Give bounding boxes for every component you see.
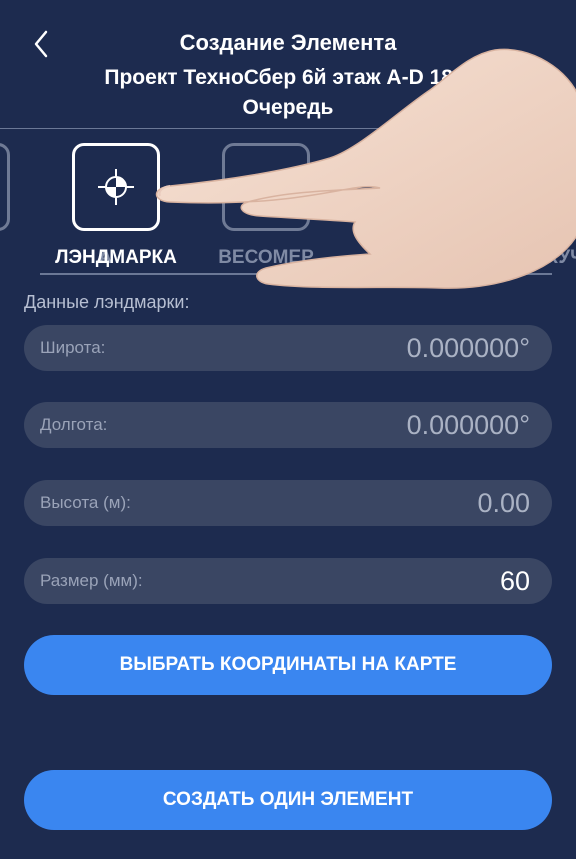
tab-left-partial[interactable]: А bbox=[0, 143, 112, 268]
scale-icon bbox=[222, 143, 310, 231]
section-label: Данные лэндмарки: bbox=[24, 292, 190, 312]
tab-scale[interactable]: ВЕСОМЕР bbox=[218, 143, 314, 268]
tab-current[interactable]: ТЕКУЧ bbox=[522, 143, 576, 268]
document-icon bbox=[551, 172, 576, 202]
tab-label: ТЕКУЧ bbox=[522, 247, 576, 268]
altitude-field[interactable]: Высота (м): 0.00 bbox=[24, 480, 552, 526]
field-label: Долгота: bbox=[40, 415, 108, 434]
create-element-button[interactable]: СОЗДАТЬ ОДИН ЭЛЕМЕНТ bbox=[24, 770, 552, 830]
tab-fourth[interactable]: А bbox=[372, 143, 460, 268]
landmark-target-icon bbox=[98, 169, 134, 205]
pick-coordinates-button[interactable]: ВЫБРАТЬ КООРДИНАТЫ НА КАРТЕ bbox=[24, 635, 552, 695]
field-label: Размер (мм): bbox=[40, 571, 143, 590]
field-label: Высота (м): bbox=[40, 493, 131, 512]
header: Создание Элемента Проект ТехноСбер 6й эт… bbox=[0, 0, 576, 128]
project-name: Проект ТехноСбер 6й этаж A-D 18-2 bbox=[104, 66, 472, 89]
queue-label: Очередь bbox=[242, 96, 334, 119]
tab-label: А bbox=[409, 247, 423, 268]
latitude-field[interactable]: Широта: 0.000000° bbox=[24, 325, 552, 371]
partial-tab-icon bbox=[0, 143, 10, 231]
size-field[interactable]: Размер (мм): 60 bbox=[24, 558, 552, 604]
tabs-underline bbox=[40, 273, 552, 275]
field-value: 60 bbox=[499, 565, 530, 596]
page-title: Создание Элемента bbox=[179, 30, 397, 55]
tab-icon bbox=[372, 143, 460, 231]
tab-landmark[interactable]: ЛЭНДМАРКА bbox=[55, 143, 177, 268]
field-value: 0.000000° bbox=[406, 409, 530, 440]
field-value: 0.000000° bbox=[406, 332, 530, 363]
longitude-field[interactable]: Долгота: 0.000000° bbox=[24, 402, 552, 448]
field-label: Широта: bbox=[40, 338, 106, 357]
field-value: 0.00 bbox=[477, 487, 530, 518]
element-type-tabs: А ЛЭНДМАРКА ВЕСОМЕР А ТЕКУЧ bbox=[0, 129, 576, 275]
